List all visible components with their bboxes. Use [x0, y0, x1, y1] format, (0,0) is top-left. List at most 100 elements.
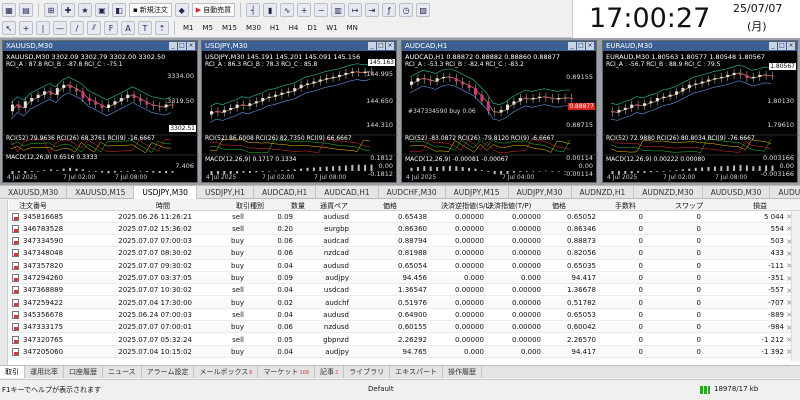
chart-tab[interactable]: USDJPY,H1 [197, 186, 254, 199]
navigator-icon[interactable]: ★ [78, 3, 92, 17]
terminal-icon[interactable]: ▣ [95, 3, 109, 17]
chart-tab[interactable]: USDJPY,M30 [134, 186, 197, 199]
column-header[interactable]: 手数料 [615, 201, 636, 211]
chart-tab[interactable]: AUDJPY,M15 [446, 186, 509, 199]
chart-window-1[interactable]: XAUUSD,M30 _ □ × XAUUSD,M30 3302.09 3302.7… [2, 40, 199, 183]
cursor-icon[interactable]: ↖ [2, 21, 16, 35]
table-row[interactable]: 347357820 2025.07.07 09:30:02 buy 0.04 audus… [9, 260, 800, 272]
column-header[interactable]: 価格 [552, 201, 566, 211]
column-header[interactable]: 注文番号 [19, 201, 47, 211]
table-row[interactable]: 347259422 2025.07.04 17:30:00 buy 0.02 audch… [9, 297, 800, 309]
column-header[interactable]: 決済指値(T/P) [487, 201, 531, 211]
chart-tab[interactable]: AUDNZD,M30 [634, 186, 703, 199]
tile-windows-icon[interactable]: ▥ [331, 3, 346, 17]
chart-shift-icon[interactable]: ⇥ [365, 3, 380, 17]
channel-icon[interactable]: ⫽ [87, 21, 101, 35]
chart-tab[interactable]: AUDUSD,M30 [703, 186, 771, 199]
indicators-icon[interactable]: ƒ [382, 3, 397, 17]
metaeditor-icon[interactable]: ◆ [174, 3, 189, 17]
column-header[interactable]: 取引種別 [236, 201, 264, 211]
minimize-icon[interactable]: _ [368, 42, 376, 50]
market-watch-icon[interactable]: ⊞ [44, 3, 58, 17]
table-row[interactable]: 347348048 2025.07.07 08:30:02 buy 0.06 nzdca… [9, 247, 800, 260]
text-icon[interactable]: A [121, 21, 135, 35]
table-row[interactable]: 347294260 2025.07.07 03:37:05 buy 0.09 audjp… [9, 272, 800, 285]
zoom-out-icon[interactable]: − [314, 3, 329, 17]
column-header[interactable]: 損益 [753, 201, 767, 211]
maximize-icon[interactable]: □ [178, 42, 186, 50]
chart-tab[interactable]: AUDNZD,H1 [572, 186, 635, 199]
arrows-icon[interactable]: ⇡ [155, 21, 169, 35]
order-line-label[interactable]: #347334590 buy 0.06 [408, 108, 476, 115]
chart-window-4[interactable]: EURAUD,M30 _ □ × EURAUD,M30 1.80563 1.8057… [602, 40, 799, 183]
profile-name[interactable]: Default [368, 385, 394, 393]
column-header[interactable]: 通貨ペア [320, 201, 348, 211]
terminal-tab[interactable]: メールボックス6 [194, 366, 259, 378]
timeframe-mn[interactable]: MN [344, 21, 361, 35]
timeframe-m30[interactable]: M30 [243, 21, 264, 35]
terminal-tab[interactable]: マーケット109 [258, 366, 315, 378]
line-chart-icon[interactable]: ∿ [280, 3, 295, 17]
chart-tab[interactable]: XAUUSD,M30 [0, 186, 68, 199]
column-header[interactable]: 価格 [383, 201, 397, 211]
zoom-in-icon[interactable]: + [297, 3, 312, 17]
timeframe-m5[interactable]: M5 [200, 21, 217, 35]
column-header[interactable]: 決済逆指値(S/L) [441, 201, 492, 211]
table-row[interactable]: 347333175 2025.07.07 07:00:01 buy 0.06 nzdus… [9, 321, 800, 334]
trendline-icon[interactable]: / [70, 21, 84, 35]
maximize-icon[interactable]: □ [577, 42, 585, 50]
label-icon[interactable]: T [138, 21, 152, 35]
table-row[interactable]: 345356678 2025.06.24 07:00:03 sell 0.04 audu… [9, 309, 800, 322]
profiles-icon[interactable]: ▤ [19, 3, 33, 17]
timeframe-w1[interactable]: W1 [323, 21, 340, 35]
data-window-icon[interactable]: ✚ [61, 3, 75, 17]
terminal-tab[interactable]: 取引 [0, 366, 25, 378]
terminal-tab[interactable]: アラーム設定 [142, 366, 195, 378]
bar-chart-icon[interactable]: ┤ [246, 3, 261, 17]
terminal-tab[interactable]: 記事2 [315, 366, 345, 378]
new-order-button[interactable]: ▪ 新規注文 [129, 3, 172, 17]
horizontal-line-icon[interactable]: — [53, 21, 67, 35]
close-icon[interactable]: × [187, 42, 195, 50]
terminal-tab[interactable]: ライブラリ [344, 366, 391, 378]
terminal-tab[interactable]: 口座履歴 [64, 366, 103, 378]
chart-tab[interactable]: AUDCAD,H1 [316, 186, 379, 199]
auto-trade-button[interactable]: ▶ 自動売買 [191, 3, 236, 17]
maximize-icon[interactable]: □ [778, 42, 786, 50]
fibonacci-icon[interactable]: F [104, 21, 118, 35]
minimize-icon[interactable]: _ [568, 42, 576, 50]
table-row[interactable]: 346783528 2025.07.02 15:36:02 sell 0.20 eurg… [9, 223, 800, 235]
terminal-side-handle[interactable] [0, 200, 8, 376]
chart-tab[interactable]: AUDCAD,H1 [254, 186, 317, 199]
column-header[interactable]: 時間 [156, 201, 170, 211]
column-header[interactable]: スワップ [675, 201, 703, 211]
column-header[interactable]: 数量 [291, 201, 305, 211]
table-row[interactable]: 347320765 2025.07.07 05:32:24 sell 0.05 gbpn… [9, 334, 800, 346]
table-row[interactable]: 347368889 2025.07.07 10:30:02 sell 0.04 usdc… [9, 285, 800, 297]
candle-chart-icon[interactable]: ▮ [263, 3, 278, 17]
close-icon[interactable]: × [787, 42, 795, 50]
chart-tab[interactable]: XAUUSD,M15 [67, 186, 135, 199]
vertical-line-icon[interactable]: | [36, 21, 50, 35]
chart-tab[interactable]: AUDCHF,M30 [379, 186, 446, 199]
terminal-tab[interactable]: エキスパート [390, 366, 443, 378]
chart-window-3[interactable]: AUDCAD,H1 _ □ × AUDCAD,H1 0.88872 0.88882 … [401, 40, 598, 183]
chart-window-2[interactable]: USDJPY,M30 _ □ × USDJPY,M30 145.191 145.20… [201, 40, 398, 183]
terminal-tab[interactable]: 操作履歴 [443, 366, 482, 378]
chart-tab[interactable]: AUDUSD,H [770, 186, 800, 199]
timeframe-h1[interactable]: H1 [267, 21, 283, 35]
templates-icon[interactable]: ▧ [416, 3, 431, 17]
minimize-icon[interactable]: _ [169, 42, 177, 50]
terminal-tab[interactable]: 運用比率 [25, 366, 64, 378]
timeframe-m1[interactable]: M1 [180, 21, 197, 35]
close-icon[interactable]: × [586, 42, 594, 50]
timeframe-d1[interactable]: D1 [304, 21, 320, 35]
chart-tab[interactable]: AUDJPY,M30 [509, 186, 572, 199]
terminal-tab[interactable]: ニュース [103, 366, 142, 378]
tester-icon[interactable]: ◧ [112, 3, 126, 17]
minimize-icon[interactable]: _ [769, 42, 777, 50]
timeframe-h4[interactable]: H4 [286, 21, 302, 35]
table-row[interactable]: 347334590 2025.07.07 07:00:03 buy 0.06 audca… [9, 236, 800, 248]
autoscroll-icon[interactable]: ↦ [348, 3, 363, 17]
vertical-scrollbar[interactable] [791, 211, 800, 361]
